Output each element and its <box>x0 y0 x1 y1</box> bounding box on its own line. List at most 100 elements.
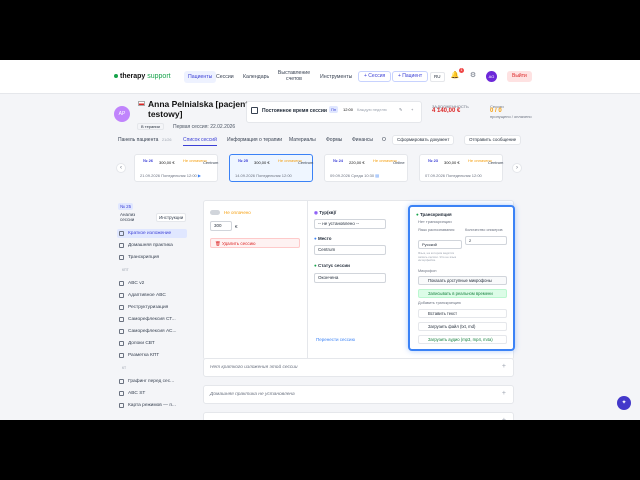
upload-file-button[interactable]: Загрузить файл (txt, md) <box>418 322 507 331</box>
first-session-date: Первая сессия: 22.02.2026 <box>173 124 236 130</box>
therapy-status-badge[interactable]: В терапии <box>137 123 164 130</box>
settings-icon[interactable]: ⚙ <box>468 71 478 81</box>
sidebar-item-cbt-markup[interactable]: Разметка КПТ <box>117 351 187 360</box>
tab-session-list[interactable]: Список сессий <box>183 137 217 146</box>
sidebar-item-self-reflection-ac[interactable]: Саморефлексия АС... <box>117 327 187 336</box>
session-date: 21.09.2026 <box>140 173 161 178</box>
logo[interactable]: therapy support <box>114 73 171 80</box>
sidebar-item-transcription[interactable]: Транскрипция <box>117 253 187 262</box>
status-label-text: Статус сессии <box>317 263 350 268</box>
homework-accordion[interactable]: Домашняя практика не установлена + <box>203 385 514 404</box>
session-location: Centrum <box>203 160 219 165</box>
session-card[interactable]: № 24 220,00 € Не оплачено Online 09.09.2… <box>324 154 408 182</box>
constant-day[interactable]: Пн <box>329 106 339 113</box>
trash-icon: 🗑 <box>215 241 222 246</box>
session-card[interactable]: № 23 300,00 € Не оплачено Centrum 07.09.… <box>419 154 503 182</box>
generate-document-button[interactable]: Сформировать документ <box>392 135 455 145</box>
session-datetime: 09.09.2026 Среда 10:30 ▤ <box>330 173 379 178</box>
summary-accordion[interactable]: Нет краткого изложения этой сессии + <box>203 358 514 377</box>
sidebar-item-restructuring[interactable]: Реструктуризация <box>117 303 187 312</box>
nav-patients[interactable]: Пациенты <box>184 71 217 83</box>
sidebar-item-label: Графинг перед сес... <box>128 379 175 384</box>
send-message-button[interactable]: Отправить сообщение <box>464 135 522 145</box>
session-card-selected[interactable]: № 25 300,00 € Не оплачено Centrum 14.09.… <box>229 154 313 182</box>
paste-text-button[interactable]: Вставить текст <box>418 309 507 318</box>
notification-count: 1 <box>459 68 464 73</box>
constant-period[interactable]: Каждую неделю <box>355 106 389 113</box>
language-select[interactable]: RU <box>430 72 445 82</box>
nav-billing[interactable]: Выставление счетов <box>276 70 312 82</box>
session-price: 300,00 € <box>444 160 460 165</box>
analysis-sidebar: № 25 Анализ сессии Инструкции Краткое из… <box>114 200 190 420</box>
show-microphones-button[interactable]: Показать доступные микрофоны <box>418 276 507 285</box>
plus-icon: + <box>502 417 506 420</box>
session-location: Centrum <box>298 160 314 165</box>
transcription-accordion[interactable]: + <box>203 412 514 420</box>
session-number: № 25 <box>238 158 249 163</box>
transcription-subtitle: Нет транскрипции <box>418 219 452 224</box>
tab-more[interactable]: О <box>382 137 386 143</box>
tab-materials[interactable]: Материалы <box>289 137 316 143</box>
plus-icon: + <box>501 390 506 397</box>
upload-audio-button[interactable]: Загрузить аудио (mp3, mp4, m4a) <box>418 335 507 344</box>
paid-toggle[interactable] <box>210 210 220 215</box>
speakers-select[interactable]: 2 <box>465 236 507 245</box>
session-datetime: 21.09.2026 Понедельник 12:00 ▶ <box>140 173 201 178</box>
add-session-button[interactable]: + Сессия <box>358 71 392 82</box>
sidebar-item-abc-st[interactable]: ABC ST <box>117 389 187 398</box>
transcription-title: ● Транскрипция <box>416 212 452 217</box>
sidebar-item-cbt-extra[interactable]: Допоки СВТ <box>117 339 187 348</box>
sidebar-item-summary[interactable]: Краткое изложение <box>117 229 187 238</box>
tab-patient-panel[interactable]: Панель пациента <box>118 137 158 143</box>
assistant-fab-icon[interactable]: ✦ <box>617 396 631 410</box>
delete-session-label: Удалить сессию <box>221 241 256 246</box>
chevron-right-icon[interactable]: › <box>512 163 522 173</box>
sessions-count: 21/26 <box>162 138 172 142</box>
section-cbt: КПТ <box>122 268 129 272</box>
record-realtime-button[interactable]: Записывать в реальном времени <box>418 289 507 298</box>
move-session-link[interactable]: Перенести сессию <box>316 337 355 342</box>
nav-tools[interactable]: Инструменты <box>320 74 352 80</box>
session-time: 12:00 <box>186 173 197 178</box>
sidebar-item-abc-v2[interactable]: ABC v2 <box>117 279 187 288</box>
add-patient-button[interactable]: + Пациент <box>392 71 429 82</box>
nav-calendar[interactable]: Календарь <box>243 74 269 80</box>
sidebar-item-homework[interactable]: Домашняя практика <box>117 241 187 250</box>
tags-select[interactable]: -- не установлено -- <box>314 219 386 229</box>
sidebar-item-self-reflection-st[interactable]: Саморефлексия СТ... <box>117 315 187 324</box>
place-select[interactable]: Centrum <box>314 245 386 255</box>
tool-icon <box>119 341 124 346</box>
bell-icon[interactable]: 🔔 <box>450 71 460 81</box>
document-icon[interactable]: ▤ <box>375 173 379 178</box>
tool-icon <box>119 391 124 396</box>
logout-button[interactable]: Выйти <box>507 71 532 82</box>
tab-finance[interactable]: Финансы <box>352 137 373 143</box>
recognition-language-label: Язык распознавания <box>418 228 455 232</box>
sidebar-item-adaptive-abc[interactable]: Адаптивное ABC <box>117 291 187 300</box>
sidebar-item-mode-map[interactable]: Карта режимов — п... <box>117 401 187 410</box>
patient-tabs: Панель пациента 21/26 Список сессий Инфо… <box>114 135 534 147</box>
tool-icon <box>119 329 124 334</box>
analysis-title: Анализ сессии <box>120 212 136 222</box>
sidebar-item-label: ABC v2 <box>128 281 145 286</box>
nav-sessions[interactable]: Сессии <box>216 74 234 80</box>
chevron-left-icon[interactable]: ‹ <box>116 163 126 173</box>
constant-time[interactable]: 12:00 <box>341 106 355 113</box>
tool-icon <box>119 379 124 384</box>
amount-input[interactable]: 300 <box>210 221 232 231</box>
sidebar-item-label: Реструктуризация <box>128 305 169 310</box>
play-icon[interactable]: ▶ <box>198 173 201 178</box>
tab-forms[interactable]: Формы <box>326 137 342 143</box>
instructions-button[interactable]: Инструкции <box>156 213 187 222</box>
tab-therapy-info[interactable]: Информация о терапии <box>227 137 282 143</box>
logo-mark <box>114 74 118 78</box>
session-card[interactable]: № 26 300,00 € Не оплачено Centrum 21.09.… <box>134 154 218 182</box>
recognition-language-select[interactable]: Русский <box>418 240 462 249</box>
delete-session-button[interactable]: 🗑 Удалить сессию <box>210 238 300 248</box>
add-icon[interactable]: + <box>409 106 415 113</box>
session-day: Понедельник <box>446 173 471 178</box>
edit-icon[interactable]: ✎ <box>397 106 404 113</box>
status-select[interactable]: Окончена <box>314 273 386 283</box>
user-avatar[interactable]: AG <box>486 71 497 82</box>
sidebar-item-graphing[interactable]: Графинг перед сес... <box>117 377 187 386</box>
